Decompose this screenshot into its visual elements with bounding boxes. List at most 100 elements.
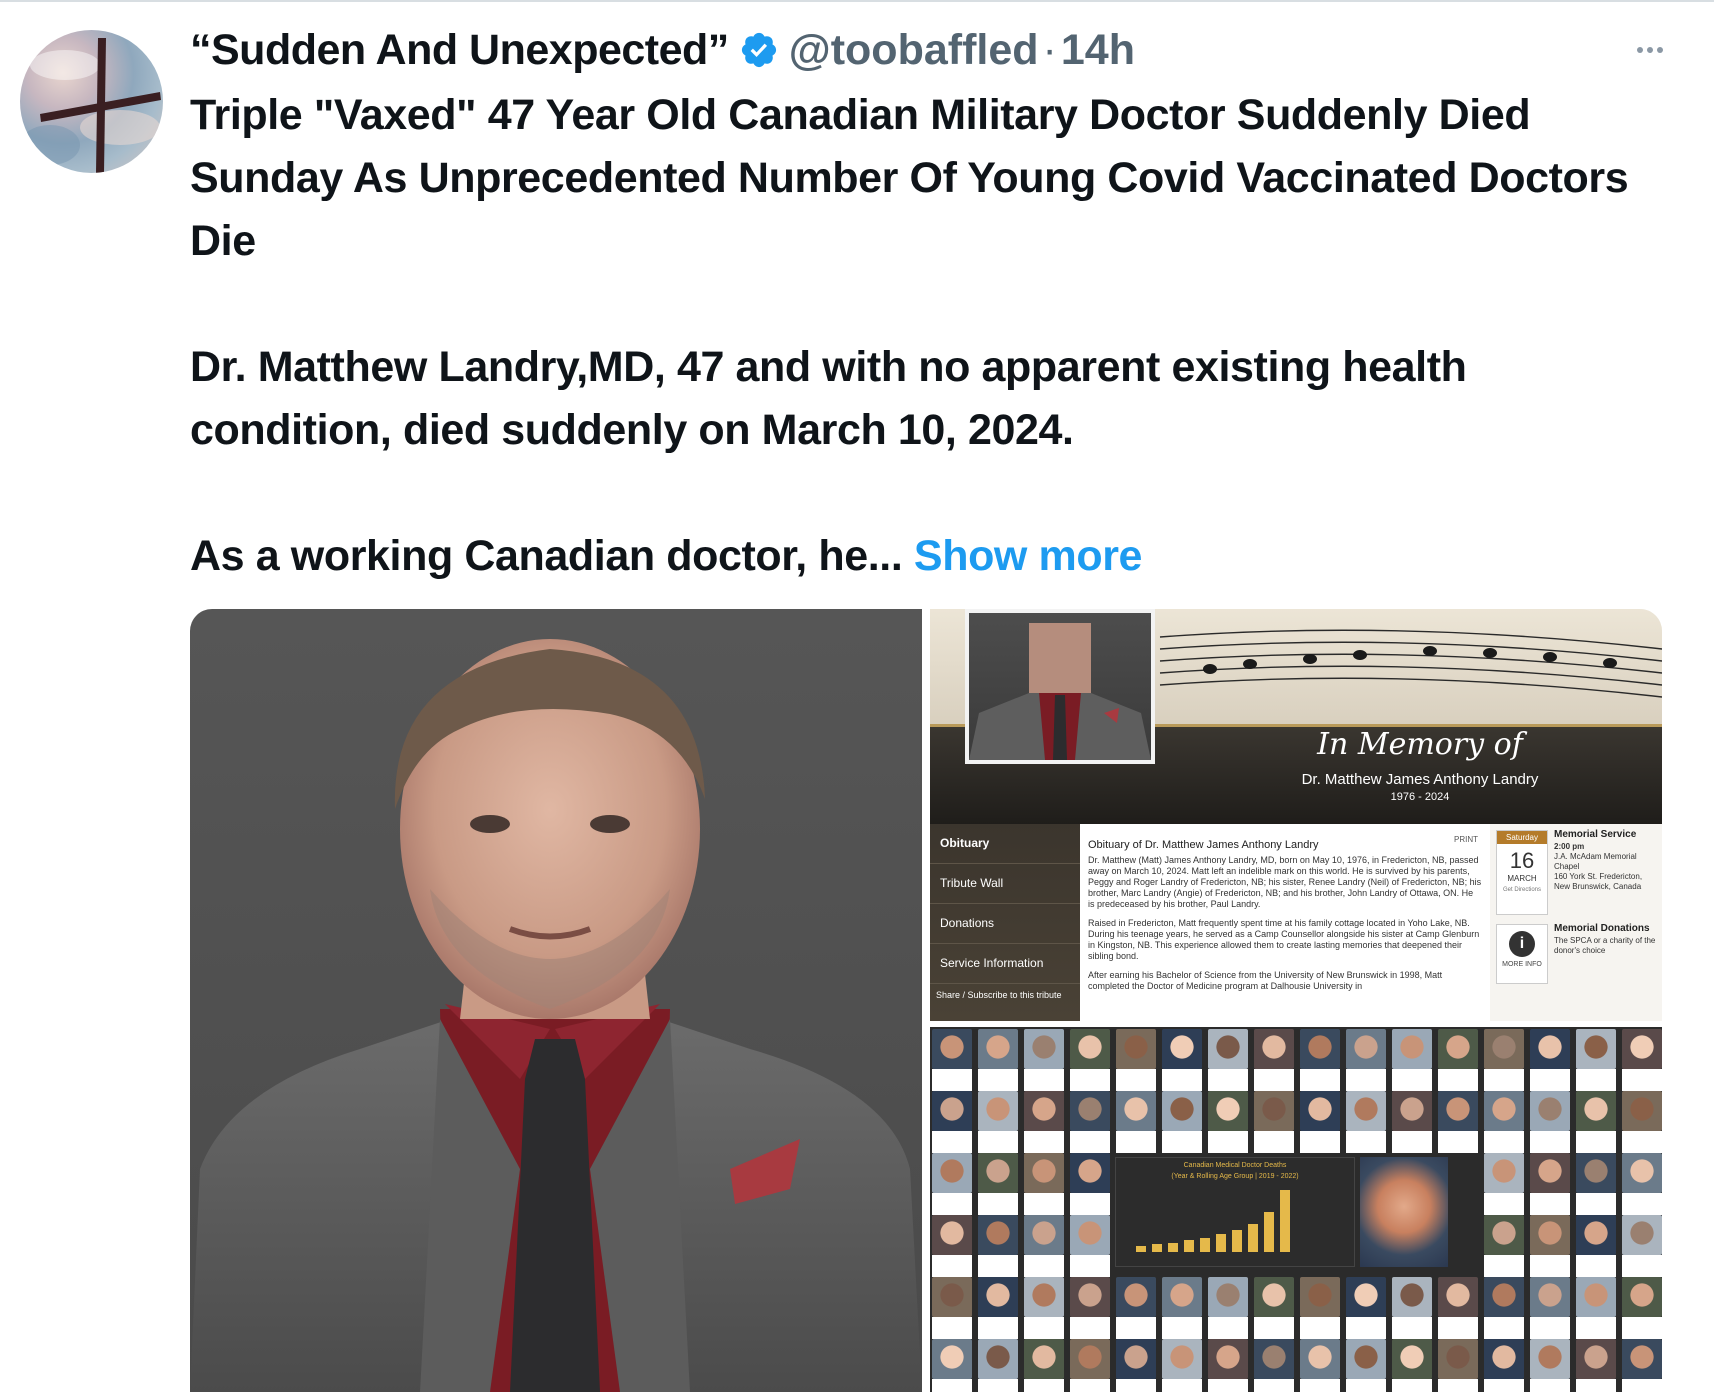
collage-caption <box>1484 1255 1524 1277</box>
collage-caption <box>1392 1317 1432 1339</box>
service-time: 2:00 pm <box>1554 842 1585 851</box>
collage-face <box>1024 1277 1064 1317</box>
collage-tile <box>1024 1153 1064 1215</box>
tweet-text: Triple "Vaxed" 47 Year Old Canadian Mili… <box>190 84 1660 588</box>
collage-face <box>1622 1091 1662 1131</box>
collage-tile <box>1070 1091 1110 1153</box>
collage-tile <box>1162 1277 1202 1339</box>
collage-face <box>1300 1029 1340 1069</box>
collage-face <box>1208 1029 1248 1069</box>
collage-face <box>1346 1029 1386 1069</box>
collage-tile <box>1484 1277 1524 1339</box>
collage-face <box>978 1277 1018 1317</box>
collage-tile <box>1438 1091 1478 1153</box>
collage-caption <box>932 1317 972 1339</box>
collage-tile <box>1254 1277 1294 1339</box>
collage-face <box>1530 1277 1570 1317</box>
collage-face <box>1484 1029 1524 1069</box>
collage-face <box>1254 1339 1294 1379</box>
collage-chart-subtitle: (Year & Rolling Age Group | 2019 - 2022) <box>1171 1173 1299 1180</box>
collage-caption <box>1300 1317 1340 1339</box>
memorial-obituary-paragraph: After earning his Bachelor of Science fr… <box>1088 970 1443 991</box>
collage-caption <box>1024 1317 1064 1339</box>
collage-caption <box>1208 1131 1248 1153</box>
collage-tile <box>1070 1153 1110 1215</box>
collage-tile <box>1070 1215 1110 1277</box>
collage-tile <box>932 1029 972 1091</box>
collage-caption <box>1254 1131 1294 1153</box>
collage-tile <box>1300 1339 1340 1392</box>
collage-caption <box>1576 1069 1616 1091</box>
collage-face <box>1576 1277 1616 1317</box>
collage-caption <box>1116 1069 1156 1091</box>
collage-face <box>1530 1153 1570 1193</box>
author-handle[interactable]: @toobaffled <box>789 26 1039 75</box>
collage-tile <box>932 1153 972 1215</box>
collage-face <box>1024 1091 1064 1131</box>
cross-icon <box>40 38 161 173</box>
memorial-name: Dr. Matthew James Anthony Landry <box>1301 771 1539 788</box>
collage-caption <box>1576 1255 1616 1277</box>
memorial-in-memory: In Memory of <box>1317 727 1523 762</box>
collage-caption <box>1622 1069 1662 1091</box>
collage-face <box>1576 1339 1616 1379</box>
collage-tile <box>1622 1339 1662 1392</box>
author-avatar[interactable] <box>20 30 163 173</box>
memorial-portrait <box>965 609 1155 764</box>
collage-caption <box>1070 1069 1110 1091</box>
collage-tile <box>1438 1339 1478 1392</box>
collage-face <box>1438 1029 1478 1069</box>
collage-face <box>1484 1339 1524 1379</box>
collage-face <box>1622 1029 1662 1069</box>
collage-face <box>1576 1029 1616 1069</box>
collage-face <box>1254 1091 1294 1131</box>
collage-face <box>1392 1091 1432 1131</box>
collage-caption <box>1300 1069 1340 1091</box>
collage-caption <box>1070 1379 1110 1392</box>
collage-tile <box>1024 1277 1064 1339</box>
collage-caption <box>1300 1379 1340 1392</box>
memorial-nav-service-information: Service Information <box>930 944 1080 984</box>
media-photo-collage[interactable]: Canadian Medical Doctor Deaths (Year & R… <box>930 1027 1662 1392</box>
collage-tile <box>1070 1029 1110 1091</box>
media-photo-portrait[interactable] <box>190 609 922 1392</box>
collage-caption <box>1254 1379 1294 1392</box>
collage-caption <box>1622 1255 1662 1277</box>
tweet-paragraph: As a working Canadian doctor, he... <box>190 532 903 580</box>
collage-face <box>1024 1339 1064 1379</box>
tweet-timestamp[interactable]: 14h <box>1061 26 1135 75</box>
memorial-info: i MORE INFO <box>1496 924 1548 984</box>
collage-caption <box>1622 1317 1662 1339</box>
collage-face <box>978 1215 1018 1255</box>
collage-tile <box>1116 1339 1156 1392</box>
collage-face <box>932 1277 972 1317</box>
portrait-illustration <box>190 639 922 1392</box>
collage-tile <box>1116 1029 1156 1091</box>
collage-chart-bar <box>1248 1224 1258 1252</box>
show-more-link[interactable]: Show more <box>914 532 1143 580</box>
collage-tile <box>1576 1339 1616 1392</box>
collage-face <box>1070 1215 1110 1255</box>
collage-caption <box>1070 1317 1110 1339</box>
collage-caption <box>1346 1317 1386 1339</box>
memorial-sidebar: Saturday 16 MARCH Get Directions Memoria… <box>1490 824 1662 1021</box>
more-options-icon[interactable] <box>1630 30 1670 70</box>
tweet-media-grid: In Memory of Dr. Matthew James Anthony L… <box>190 609 1662 1392</box>
author-display-name[interactable]: “Sudden And Unexpected” <box>190 26 729 75</box>
verified-badge-icon[interactable] <box>739 30 779 70</box>
collage-caption <box>1070 1255 1110 1277</box>
collage-caption <box>1484 1069 1524 1091</box>
collage-face <box>1208 1091 1248 1131</box>
collage-face <box>1484 1153 1524 1193</box>
collage-caption <box>978 1317 1018 1339</box>
media-photo-memorial[interactable]: In Memory of Dr. Matthew James Anthony L… <box>930 609 1662 1021</box>
collage-caption <box>1622 1131 1662 1153</box>
collage-tile <box>932 1091 972 1153</box>
collage-tile <box>1392 1277 1432 1339</box>
collage-caption <box>1116 1317 1156 1339</box>
collage-caption <box>978 1255 1018 1277</box>
collage-face <box>1530 1091 1570 1131</box>
collage-caption <box>1254 1069 1294 1091</box>
collage-face <box>1392 1029 1432 1069</box>
collage-caption <box>1024 1379 1064 1392</box>
